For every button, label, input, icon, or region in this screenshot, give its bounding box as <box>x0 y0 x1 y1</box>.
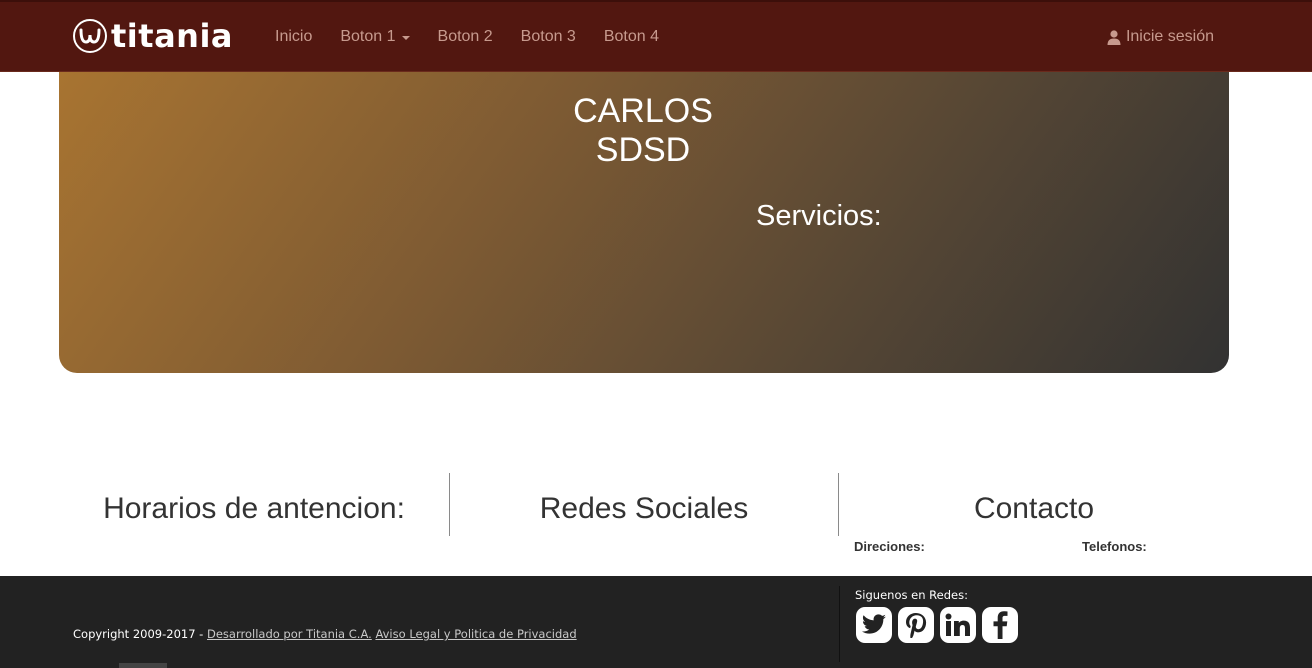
legal-privacy-link[interactable]: Aviso Legal y Politica de Privacidad <box>375 627 576 641</box>
nav-item-boton-2[interactable]: Boton 2 <box>438 28 493 46</box>
top-navbar: titania Inicio Boton 1 Boton 2 Boton 3 B… <box>0 0 1312 72</box>
services-heading: Servicios: <box>756 200 882 232</box>
caret-down-icon <box>401 36 410 40</box>
nav-item-boton-1-dropdown[interactable]: Boton 1 <box>340 28 410 46</box>
login-link[interactable]: Inicie sesión <box>1107 2 1214 72</box>
page-footer: Copyright 2009-2017 - Desarrollado por T… <box>0 576 1312 668</box>
nav-item-label: Inicio <box>275 28 313 45</box>
main-nav: Inicio Boton 1 Boton 2 Boton 3 Boton 4 <box>275 2 687 72</box>
nav-item-label: Boton 4 <box>603 28 659 45</box>
linkedin-icon <box>945 613 970 636</box>
developer-link[interactable]: Desarrollado por Titania C.A. <box>207 627 372 641</box>
nav-item-inicio[interactable]: Inicio <box>275 28 312 46</box>
social-links <box>856 607 1024 643</box>
brand-logo[interactable]: titania <box>73 16 233 56</box>
user-icon <box>1107 29 1121 45</box>
copyright-text: Copyright 2009-2017 - Desarrollado por T… <box>73 627 577 641</box>
nav-item-label: Boton 3 <box>520 28 576 45</box>
hero-name-line-2: SDSD <box>595 131 691 169</box>
facebook-icon <box>993 611 1008 639</box>
hero-name-line-1: CARLOS <box>573 92 713 130</box>
follow-label: Siguenos en Redes: <box>855 588 968 602</box>
pinterest-icon <box>906 613 927 638</box>
nav-item-boton-4[interactable]: Boton 4 <box>604 28 659 46</box>
copyright-label: Copyright 2009-2017 - <box>73 627 207 641</box>
hero-name: CARLOS SDSD <box>59 92 1227 170</box>
linkedin-button[interactable] <box>940 607 976 643</box>
scroll-tab <box>119 663 167 668</box>
nav-item-label: Boton 1 <box>340 28 396 45</box>
brand-name: titania <box>111 17 233 55</box>
contact-heading: Contacto <box>973 492 1095 525</box>
hours-heading: Horarios de antencion: <box>103 492 405 525</box>
nav-item-label: Boton 2 <box>437 28 493 45</box>
twitter-button[interactable] <box>856 607 892 643</box>
info-section: Horarios de antencion: Redes Sociales Co… <box>0 472 1312 576</box>
pinterest-button[interactable] <box>898 607 934 643</box>
social-heading: Redes Sociales <box>539 492 749 525</box>
twitter-icon <box>861 614 886 634</box>
phones-label: Telefonos: <box>1082 539 1147 554</box>
nav-item-boton-3[interactable]: Boton 3 <box>521 28 576 46</box>
addresses-label: Direciones: <box>854 539 925 554</box>
login-label: Inicie sesión <box>1125 28 1214 45</box>
footer-divider <box>839 586 840 662</box>
facebook-button[interactable] <box>982 607 1018 643</box>
hero-banner: CARLOS SDSD Servicios: <box>59 72 1229 373</box>
titania-logo-icon <box>73 19 107 53</box>
